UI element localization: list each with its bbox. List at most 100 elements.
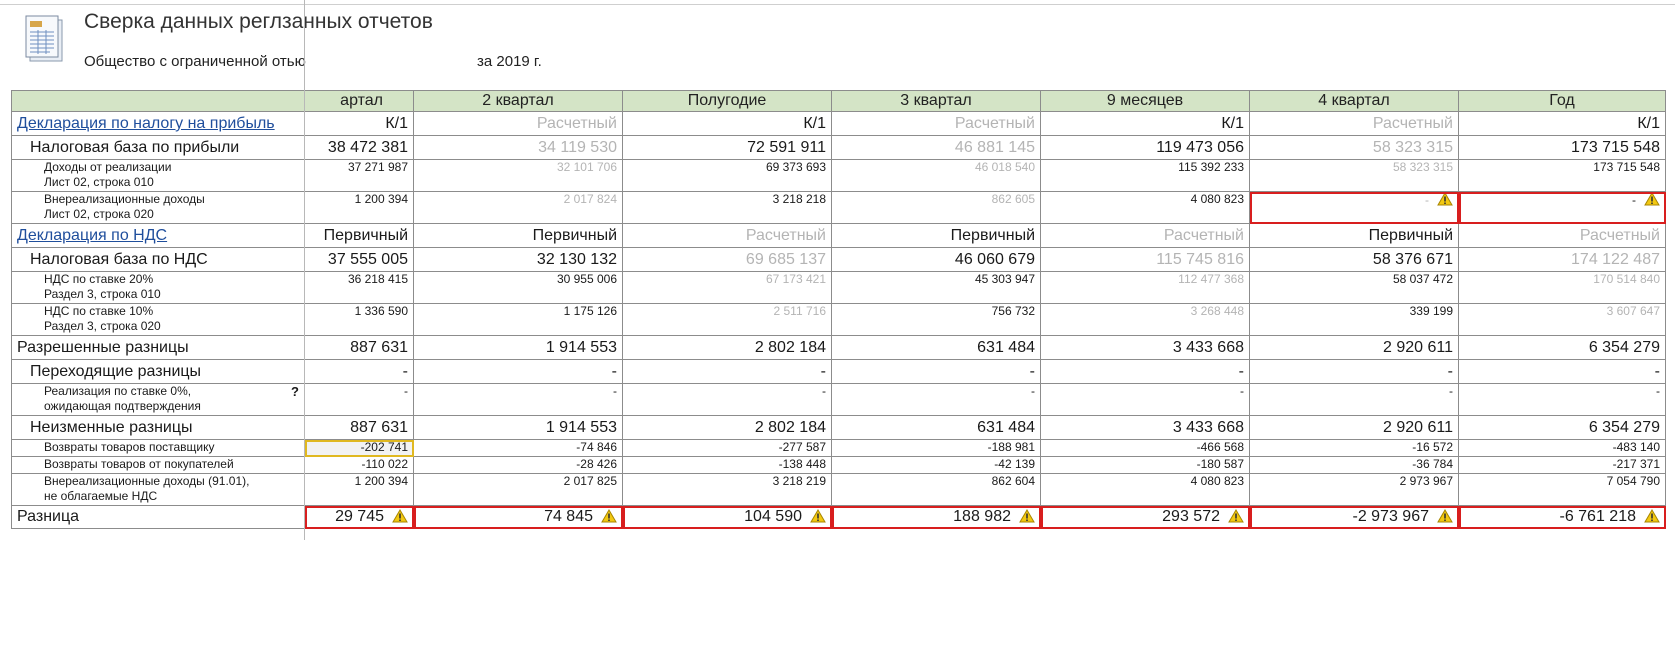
value-cell[interactable]: -483 140 — [1458, 439, 1666, 457]
value-cell[interactable]: 631 484 — [831, 335, 1041, 360]
value-cell[interactable]: 58 037 472 — [1249, 271, 1459, 304]
warning-triangle-icon[interactable] — [1644, 509, 1660, 523]
value-cell[interactable]: 115 745 816 — [1040, 247, 1250, 272]
column-header-9m[interactable]: 9 месяцев — [1040, 90, 1250, 112]
value-cell-error[interactable]: 293 572 — [1040, 505, 1250, 529]
value-cell[interactable]: 34 119 530 — [413, 135, 623, 160]
value-cell[interactable]: 1 914 553 — [413, 335, 623, 360]
value-cell[interactable]: 58 376 671 — [1249, 247, 1459, 272]
value-cell[interactable]: -138 448 — [622, 456, 832, 474]
value-cell[interactable]: 38 472 381 — [304, 135, 414, 160]
value-cell[interactable]: -180 587 — [1040, 456, 1250, 474]
value-cell-error[interactable]: 188 982 — [831, 505, 1041, 529]
value-cell[interactable]: 631 484 — [831, 415, 1041, 440]
value-cell[interactable]: 1 175 126 — [413, 303, 623, 336]
value-cell[interactable]: 67 173 421 — [622, 271, 832, 304]
value-cell[interactable]: - — [1249, 359, 1459, 384]
value-cell[interactable]: 3 218 219 — [622, 473, 832, 506]
value-cell[interactable]: 3 433 668 — [1040, 335, 1250, 360]
value-cell[interactable]: 69 373 693 — [622, 159, 832, 192]
frozen-column-divider[interactable] — [304, 0, 305, 540]
warning-triangle-icon[interactable] — [810, 509, 826, 523]
value-cell[interactable]: - — [1458, 359, 1666, 384]
value-cell-error[interactable]: -6 761 218 — [1458, 505, 1666, 529]
warning-triangle-icon[interactable] — [601, 509, 617, 523]
value-cell[interactable]: - — [831, 383, 1041, 416]
value-cell[interactable]: 862 604 — [831, 473, 1041, 506]
value-cell[interactable]: 3 268 448 — [1040, 303, 1250, 336]
value-cell[interactable]: - — [413, 359, 623, 384]
warning-triangle-icon[interactable] — [1228, 509, 1244, 523]
value-cell[interactable]: 756 732 — [831, 303, 1041, 336]
value-cell[interactable]: 2 511 716 — [622, 303, 832, 336]
value-cell[interactable]: 58 323 315 — [1249, 135, 1459, 160]
value-cell[interactable]: 170 514 840 — [1458, 271, 1666, 304]
value-cell[interactable]: 69 685 137 — [622, 247, 832, 272]
value-cell[interactable]: 112 477 368 — [1040, 271, 1250, 304]
column-header-q3[interactable]: 3 квартал — [831, 90, 1041, 112]
value-cell[interactable]: - — [1040, 359, 1250, 384]
column-header-q2[interactable]: 2 квартал — [413, 90, 623, 112]
warning-triangle-icon[interactable] — [1437, 192, 1453, 206]
value-cell[interactable]: 45 303 947 — [831, 271, 1041, 304]
value-cell[interactable]: - — [304, 383, 414, 416]
value-cell[interactable]: -16 572 — [1249, 439, 1459, 457]
selected-value-cell[interactable]: -202 741 — [304, 439, 414, 457]
value-cell-error[interactable]: 29 745 — [304, 505, 414, 529]
help-icon[interactable]: ? — [291, 385, 299, 400]
value-cell[interactable]: 6 354 279 — [1458, 335, 1666, 360]
value-cell[interactable]: 36 218 415 — [304, 271, 414, 304]
value-cell[interactable]: - — [304, 359, 414, 384]
column-header-q4[interactable]: 4 квартал — [1249, 90, 1459, 112]
value-cell[interactable]: -28 426 — [413, 456, 623, 474]
value-cell[interactable]: 887 631 — [304, 335, 414, 360]
value-cell[interactable]: 1 336 590 — [304, 303, 414, 336]
value-cell[interactable]: - — [622, 359, 832, 384]
value-cell[interactable]: 119 473 056 — [1040, 135, 1250, 160]
value-cell[interactable]: -74 846 — [413, 439, 623, 457]
value-cell[interactable]: 46 060 679 — [831, 247, 1041, 272]
value-cell[interactable]: 174 122 487 — [1458, 247, 1666, 272]
column-header-year[interactable]: Год — [1458, 90, 1666, 112]
value-cell[interactable]: 37 555 005 — [304, 247, 414, 272]
value-cell[interactable]: 6 354 279 — [1458, 415, 1666, 440]
value-cell-error[interactable]: - — [1249, 191, 1459, 224]
value-cell[interactable]: 58 323 315 — [1249, 159, 1459, 192]
value-cell[interactable]: 4 080 823 — [1040, 473, 1250, 506]
value-cell[interactable]: 32 130 132 — [413, 247, 623, 272]
value-cell[interactable]: -110 022 — [304, 456, 414, 474]
value-cell[interactable]: -466 568 — [1040, 439, 1250, 457]
value-cell[interactable]: -277 587 — [622, 439, 832, 457]
value-cell[interactable]: 30 955 006 — [413, 271, 623, 304]
warning-triangle-icon[interactable] — [1019, 509, 1035, 523]
value-cell[interactable]: 2 973 967 — [1249, 473, 1459, 506]
value-cell[interactable]: 3 433 668 — [1040, 415, 1250, 440]
value-cell-error[interactable]: - — [1458, 191, 1666, 224]
value-cell[interactable]: 4 080 823 — [1040, 191, 1250, 224]
value-cell[interactable]: 887 631 — [304, 415, 414, 440]
value-cell-error[interactable]: 104 590 — [622, 505, 832, 529]
warning-triangle-icon[interactable] — [1437, 509, 1453, 523]
value-cell[interactable]: 339 199 — [1249, 303, 1459, 336]
value-cell[interactable]: 1 200 394 — [304, 473, 414, 506]
value-cell[interactable]: -217 371 — [1458, 456, 1666, 474]
value-cell[interactable]: - — [831, 359, 1041, 384]
value-cell[interactable]: 173 715 548 — [1458, 135, 1666, 160]
value-cell[interactable]: - — [1040, 383, 1250, 416]
vat-declaration-link[interactable]: Декларация по НДС — [17, 227, 167, 244]
warning-triangle-icon[interactable] — [1644, 192, 1660, 206]
value-cell[interactable]: 2 017 825 — [413, 473, 623, 506]
value-cell[interactable]: 1 200 394 — [304, 191, 414, 224]
value-cell[interactable]: -188 981 — [831, 439, 1041, 457]
value-cell[interactable]: -42 139 — [831, 456, 1041, 474]
value-cell[interactable]: 862 605 — [831, 191, 1041, 224]
value-cell[interactable]: 3 218 218 — [622, 191, 832, 224]
value-cell[interactable]: 46 018 540 — [831, 159, 1041, 192]
profit-declaration-link[interactable]: Декларация по налогу на прибыль — [17, 115, 275, 132]
value-cell[interactable]: 2 920 611 — [1249, 415, 1459, 440]
value-cell[interactable]: 173 715 548 — [1458, 159, 1666, 192]
column-header-q1[interactable]: артал — [304, 90, 414, 112]
value-cell[interactable]: - — [1249, 383, 1459, 416]
value-cell[interactable]: - — [413, 383, 623, 416]
value-cell[interactable]: 7 054 790 — [1458, 473, 1666, 506]
